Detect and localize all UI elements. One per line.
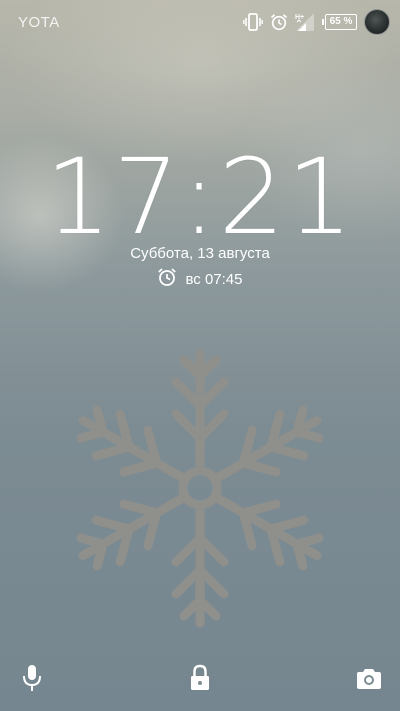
lock-clock: 17:21 — [45, 136, 355, 258]
lock-date: Суббота, 13 августа — [130, 245, 270, 262]
status-icons: H+ 65 % — [243, 9, 390, 35]
battery-icon: 65 % — [322, 14, 357, 30]
next-alarm-time: вс 07:45 — [185, 270, 243, 288]
vibrate-icon — [243, 13, 263, 31]
alarm-icon — [270, 13, 288, 31]
status-bar: YOTA H+ 65 % — [0, 0, 400, 44]
camera-icon[interactable] — [356, 668, 382, 695]
alarm-icon — [157, 267, 177, 291]
battery-percent: 65 % — [325, 14, 357, 30]
lock-icon[interactable] — [190, 664, 210, 697]
next-alarm: вс 07:45 — [0, 267, 400, 291]
microphone-icon[interactable] — [22, 664, 42, 697]
avatar[interactable] — [364, 9, 390, 35]
signal-icon: H+ — [295, 12, 315, 32]
snowflake-icon — [65, 338, 335, 643]
carrier-name: YOTA — [18, 14, 60, 31]
